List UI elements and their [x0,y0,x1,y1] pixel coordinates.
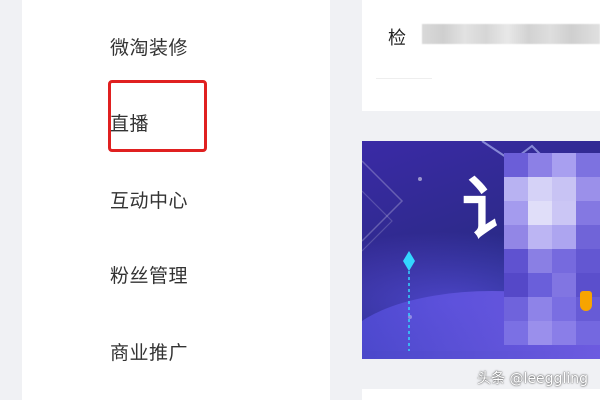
cyan-arrow-icon [403,251,415,351]
top-panel: 检 [362,0,600,111]
sidebar-item-fan-management[interactable]: 粉丝管理 [110,261,188,288]
divider [376,78,432,79]
banner-orange-accent [580,291,592,311]
sidebar: 微淘装修 直播 互动中心 粉丝管理 商业推广 [22,0,330,400]
banner-mosaic-blur [504,153,600,345]
search-label: 检 [388,28,406,49]
sidebar-item-weitao-decoration[interactable]: 微淘装修 [110,33,188,60]
bottom-panel [362,389,600,400]
watermark: 头条 @leeggling [477,371,588,387]
live-banner[interactable]: 讠 [362,141,600,359]
screen: 微淘装修 直播 互动中心 粉丝管理 商业推广 检 讠 头条 @leeggling [0,0,600,400]
sidebar-item-interaction-center[interactable]: 互动中心 [110,186,188,213]
sidebar-item-business-promotion[interactable]: 商业推广 [110,338,188,365]
highlight-annotation-box [108,80,207,152]
redacted-text [422,24,600,44]
